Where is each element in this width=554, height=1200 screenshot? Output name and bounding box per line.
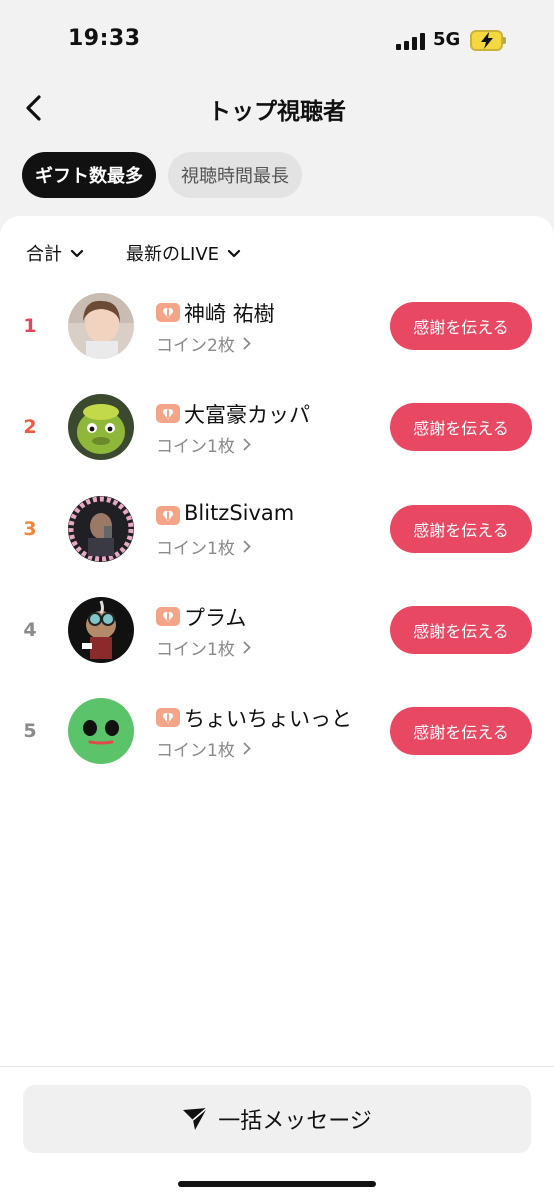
gift-badge-icon	[156, 506, 180, 525]
rank-number: 5	[23, 720, 37, 742]
chevron-right-icon	[243, 337, 251, 350]
battery-icon	[470, 30, 506, 51]
viewer-row[interactable]: 2 大富豪カッパ コイン1枚 感謝を伝える	[0, 394, 554, 474]
avatar[interactable]	[68, 394, 134, 460]
send-thanks-button[interactable]: 感謝を伝える	[390, 505, 532, 553]
rank-number: 1	[23, 315, 37, 337]
coin-count: コイン1枚	[156, 539, 235, 559]
viewer-name: プラム	[184, 606, 247, 630]
send-thanks-button[interactable]: 感謝を伝える	[390, 707, 532, 755]
viewer-row[interactable]: 3 BlitzSivam コイン1枚 感謝を伝える	[0, 496, 554, 576]
filters: 合計 最新のLIVE	[26, 240, 241, 266]
screen: 19:33 5G トップ視聴者 ギフト数最多 視聴時間最長 合計 最新のLIVE…	[0, 0, 554, 1200]
chevron-right-icon	[243, 438, 251, 451]
coin-count: コイン1枚	[156, 741, 235, 761]
chevron-right-icon	[243, 641, 251, 654]
viewer-name: 神崎 祐樹	[184, 302, 275, 326]
rank-number: 3	[23, 518, 37, 540]
chevron-down-icon	[70, 249, 84, 257]
chevron-right-icon	[243, 540, 251, 553]
home-indicator[interactable]	[178, 1181, 376, 1187]
chevron-right-icon	[243, 742, 251, 755]
signal-icon	[396, 32, 426, 50]
coin-count: コイン1枚	[156, 640, 235, 660]
avatar[interactable]	[68, 597, 134, 663]
coin-count-link[interactable]: コイン1枚	[156, 635, 251, 660]
send-icon	[183, 1107, 208, 1130]
bottom-bar: 一括メッセージ	[0, 1066, 554, 1200]
rank-number: 4	[23, 619, 37, 641]
period-filter-dropdown[interactable]: 合計	[26, 240, 84, 266]
avatar[interactable]	[68, 698, 134, 764]
period-filter-label: 合計	[26, 244, 62, 265]
viewer-list-card: 合計 最新のLIVE 1 神崎 祐樹 コイン2枚 感謝を伝える 2 大富豪カッパ…	[0, 216, 554, 1066]
avatar[interactable]	[68, 293, 134, 359]
network-type: 5G	[433, 29, 461, 50]
send-thanks-button[interactable]: 感謝を伝える	[390, 606, 532, 654]
rank-number: 2	[23, 416, 37, 438]
coin-count: コイン2枚	[156, 336, 235, 356]
viewer-name: 大富豪カッパ	[184, 403, 310, 427]
scope-filter-dropdown[interactable]: 最新のLIVE	[126, 240, 241, 266]
coin-count-link[interactable]: コイン1枚	[156, 736, 251, 761]
status-time: 19:33	[68, 26, 141, 51]
gift-badge-icon	[156, 607, 180, 626]
viewer-row[interactable]: 5 ちょいちょいっと コイン1枚 感謝を伝える	[0, 698, 554, 778]
bulk-message-button[interactable]: 一括メッセージ	[23, 1085, 531, 1153]
send-thanks-button[interactable]: 感謝を伝える	[390, 302, 532, 350]
avatar[interactable]	[68, 496, 134, 562]
gift-badge-icon	[156, 404, 180, 423]
page-title: トップ視聴者	[208, 99, 346, 125]
scope-filter-label: 最新のLIVE	[126, 244, 220, 265]
bulk-message-label: 一括メッセージ	[218, 1109, 372, 1134]
tab-longest-watch-time[interactable]: 視聴時間最長	[168, 152, 302, 198]
coin-count-link[interactable]: コイン1枚	[156, 432, 251, 457]
status-bar: 19:33 5G	[0, 0, 554, 84]
viewer-name: ちょいちょいっと	[184, 707, 352, 731]
coin-count-link[interactable]: コイン1枚	[156, 534, 251, 559]
coin-count: コイン1枚	[156, 437, 235, 457]
gift-badge-icon	[156, 708, 180, 727]
send-thanks-button[interactable]: 感謝を伝える	[390, 403, 532, 451]
tab-bar: ギフト数最多 視聴時間最長	[22, 152, 302, 198]
viewer-row[interactable]: 4 プラム コイン1枚 感謝を伝える	[0, 597, 554, 677]
gift-badge-icon	[156, 303, 180, 322]
viewer-name: BlitzSivam	[184, 501, 295, 525]
coin-count-link[interactable]: コイン2枚	[156, 331, 251, 356]
chevron-down-icon	[227, 249, 241, 257]
viewer-row[interactable]: 1 神崎 祐樹 コイン2枚 感謝を伝える	[0, 293, 554, 373]
tab-most-gifts[interactable]: ギフト数最多	[22, 152, 156, 198]
